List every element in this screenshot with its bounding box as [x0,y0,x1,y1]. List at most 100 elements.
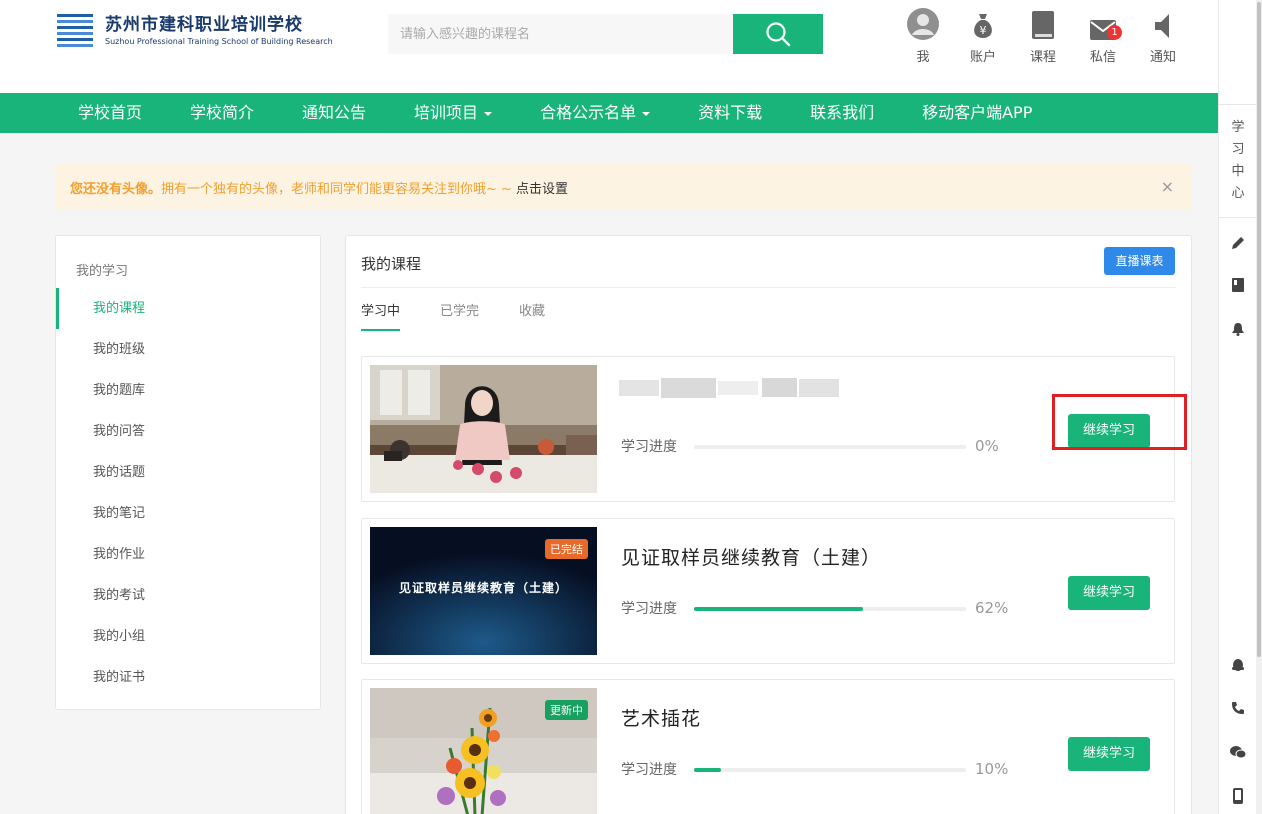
course-card: 见证取样员继续教育（土建） 已完结 见证取样员继续教育（土建） 学习进度 62%… [361,518,1175,664]
bell-icon[interactable] [1230,321,1246,337]
nav-item-label: 资料下载 [698,103,763,122]
nav-item-label: 学校简介 [190,103,255,122]
right-toolbar: 学习中心 [1218,0,1257,814]
divider [361,287,1176,288]
caret-down-icon [484,111,493,116]
nav-item-label: 通知公告 [302,103,367,122]
tea-ceremony-image [370,365,597,493]
tab-favorites[interactable]: 收藏 [519,300,545,331]
scrollbar-thumb[interactable] [1257,2,1261,657]
progress-fill [694,768,722,772]
nav-item-label: 培训项目 [414,103,479,122]
qq-icon[interactable] [1230,657,1246,673]
nav-item-notices[interactable]: 通知公告 [278,93,390,133]
nav-me-label: 我 [916,50,930,65]
speaker-icon [1155,14,1169,38]
main-nav: 学校首页 学校简介 通知公告 培训项目 合格公示名单 资料下载 联系我们 移动客… [0,93,1218,133]
thumb-title: 见证取样员继续教育（土建） [398,581,568,595]
nav-notifications-label: 通知 [1149,50,1176,65]
caret-down-icon [642,111,651,116]
nav-item-mobile-app[interactable]: 移动客户端APP [898,93,1056,133]
school-logo[interactable]: 苏州市建科职业培训学校 Suzhou Professional Training… [57,14,333,48]
logo-title: 苏州市建科职业培训学校 [105,15,303,35]
sidebar-item-my-classes[interactable]: 我的班级 [56,329,320,370]
status-badge: 已完结 [545,539,588,559]
nav-item-downloads[interactable]: 资料下载 [674,93,786,133]
nav-item-about[interactable]: 学校简介 [166,93,278,133]
continue-learning-button[interactable]: 继续学习 [1068,576,1150,610]
sidebar-item-my-question-bank[interactable]: 我的题库 [56,370,320,411]
search-button[interactable] [733,14,823,54]
redacted-title [619,378,839,398]
nav-item-qualified-list[interactable]: 合格公示名单 [516,93,674,133]
status-badge: 更新中 [545,700,588,720]
learning-sidebar: 我的学习 我的课程 我的班级 我的题库 我的问答 我的话题 我的笔记 我的作业 … [55,235,321,710]
sidebar-item-my-courses[interactable]: 我的课程 [56,288,320,329]
sidebar-item-my-certificates[interactable]: 我的证书 [56,657,320,698]
progress-bar [694,607,966,611]
sidebar-heading: 我的学习 [76,264,129,279]
course-card: 学习进度 0% 继续学习 [361,356,1175,502]
search-icon [766,22,791,47]
sidebar-item-my-exams[interactable]: 我的考试 [56,575,320,616]
course-title[interactable]: 见证取样员继续教育（土建） [621,543,881,570]
alert-set-link[interactable]: 点击设置 [516,178,568,197]
sidebar-item-my-homework[interactable]: 我的作业 [56,534,320,575]
nav-item-label: 移动客户端APP [922,103,1033,122]
course-thumbnail[interactable]: 见证取样员继续教育（土建） 已完结 [370,527,597,655]
phone-icon[interactable] [1230,700,1246,716]
nav-item-contact[interactable]: 联系我们 [786,93,898,133]
header: 苏州市建科职业培训学校 Suzhou Professional Training… [0,0,1218,93]
nav-item-home[interactable]: 学校首页 [54,93,166,133]
notebook-icon[interactable] [1230,277,1246,293]
close-icon[interactable]: × [1161,177,1174,196]
sidebar-item-my-groups[interactable]: 我的小组 [56,616,320,657]
learning-center-label[interactable]: 学习中心 [1219,104,1257,218]
live-schedule-button[interactable]: 直播课表 [1104,247,1175,275]
alert-message: 拥有一个独有的头像，老师和同学们能更容易关注到你哦~ ~ [161,181,512,197]
pencil-icon[interactable] [1230,235,1246,251]
nav-account-label: 账户 [969,50,996,65]
nav-notifications[interactable]: 通知 [1133,8,1193,65]
nav-me[interactable]: 我 [893,8,953,65]
svg-text:¥: ¥ [980,24,987,37]
progress-label: 学习进度 [621,762,677,778]
alert-strong: 您还没有头像。 [70,181,162,197]
course-tabs: 学习中 已学完 收藏 [361,300,585,331]
continue-learning-button[interactable]: 继续学习 [1068,737,1150,771]
nav-item-label: 学校首页 [78,103,143,122]
course-thumbnail[interactable] [370,365,597,493]
continue-learning-button[interactable]: 继续学习 [1068,414,1150,448]
progress-percent: 62% [975,599,1009,617]
progress-label: 学习进度 [621,601,677,617]
sidebar-item-my-notes[interactable]: 我的笔记 [56,493,320,534]
tab-in-progress[interactable]: 学习中 [361,300,401,331]
nav-messages-label: 私信 [1089,50,1116,65]
course-title[interactable]: 艺术插花 [621,704,701,731]
progress-label: 学习进度 [621,439,677,455]
mobile-icon[interactable] [1230,788,1246,804]
sidebar-item-my-topics[interactable]: 我的话题 [56,452,320,493]
nav-account[interactable]: ¥ 账户 [953,8,1013,65]
progress-bar [694,768,966,772]
nav-courses-label: 课程 [1029,50,1056,65]
search-input[interactable] [388,14,733,54]
nav-item-label: 联系我们 [810,103,875,122]
book-icon [1032,11,1054,39]
nav-courses[interactable]: 课程 [1013,8,1073,65]
avatar-alert: 您还没有头像。 拥有一个独有的头像，老师和同学们能更容易关注到你哦~ ~ 点击设… [55,164,1192,210]
sidebar-item-my-qa[interactable]: 我的问答 [56,411,320,452]
logo-subtitle: Suzhou Professional Training School of B… [105,37,333,46]
search-bar [388,14,823,54]
rail-title-text: 学习中心 [1231,120,1245,201]
tab-completed[interactable]: 已学完 [440,300,479,331]
course-thumbnail[interactable]: 更新中 [370,688,597,814]
user-nav: 我 ¥ 账户 课程 1 私信 通知 [893,8,1193,65]
nav-item-training[interactable]: 培训项目 [390,93,516,133]
progress-fill [694,607,863,611]
wechat-icon[interactable] [1230,744,1246,760]
nav-messages[interactable]: 1 私信 [1073,8,1133,65]
progress-percent: 0% [975,437,999,455]
progress-percent: 10% [975,760,1009,778]
logo-mark-icon [57,14,93,48]
